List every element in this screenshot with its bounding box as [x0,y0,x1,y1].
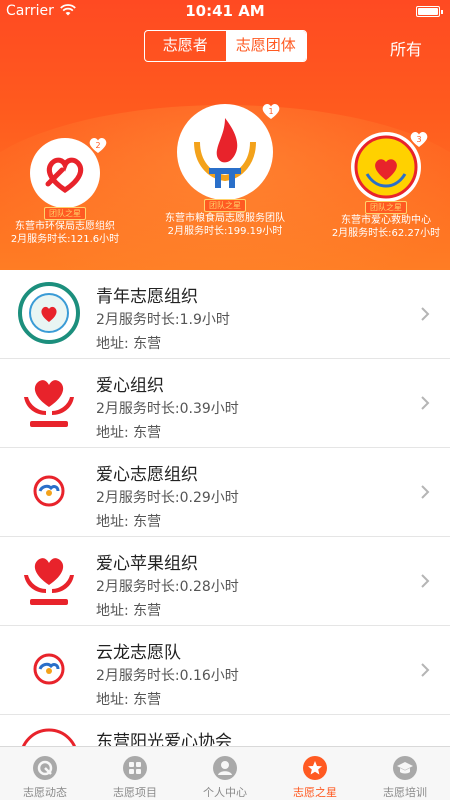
news-icon [33,756,57,780]
org-address: 地址: 东营 [96,336,162,352]
segment-volunteer-group[interactable]: 志愿团体 [225,31,306,61]
type-segmented-control: 志愿者 志愿团体 [144,30,307,62]
tab-stars[interactable]: 志愿之星 [270,747,360,800]
segment-volunteer[interactable]: 志愿者 [145,31,226,61]
tab-bar: 志愿动态 志愿项目 个人中心 志愿之星 志愿培训 [0,746,450,800]
org-name: 青年志愿组织 [96,287,198,307]
rank-heart-icon: 2 [89,138,107,153]
tab-label: 志愿培训 [383,786,427,799]
status-bar: Carrier 10:41 AM [0,0,450,22]
chevron-right-icon [421,663,430,677]
tab-projects[interactable]: 志愿项目 [90,747,180,800]
org-service-hours: 2月服务时长:0.16小时 [96,668,239,684]
tab-label: 志愿之星 [293,786,337,799]
tab-profile[interactable]: 个人中心 [180,747,270,800]
list-item[interactable]: 青年志愿组织 2月服务时长:1.9小时 地址: 东营 [0,270,450,359]
person-icon [213,756,237,780]
svg-text:3: 3 [416,135,421,144]
filter-all-button[interactable]: 所有 [390,36,422,60]
chevron-right-icon [421,307,430,321]
org-address: 地址: 东营 [96,425,162,441]
star-badge: 团队之星 [365,201,407,214]
org-address: 地址: 东营 [96,603,162,619]
clock: 10:41 AM [185,2,265,20]
org-name: 爱心苹果组织 [96,554,198,574]
org-service-hours: 2月服务时长:0.39小时 [96,401,239,417]
svg-text:2: 2 [95,141,100,150]
star-card-2[interactable]: 2 团队之星 东营市环保局志愿组织 2月服务时长:121.6小时 [4,138,126,246]
tab-news[interactable]: 志愿动态 [0,747,90,800]
youth-volunteer-logo [18,282,80,344]
org-address: 地址: 东营 [96,692,162,708]
star-badge: 团队之星 [44,207,86,220]
list-item[interactable]: 爱心苹果组织 2月服务时长:0.28小时 地址: 东营 [0,537,450,626]
rank-heart-icon: 1 [262,104,280,119]
heart-hands-logo [24,380,74,427]
grid-icon [123,756,147,780]
chevron-right-icon [421,574,430,588]
heart-hands-logo [24,558,74,605]
tab-training[interactable]: 志愿培训 [360,747,450,800]
org-list: 青年志愿组织 2月服务时长:1.9小时 地址: 东营 爱心组织 2月服务时长:0… [0,270,450,800]
grain-bureau-logo [194,118,256,188]
star-org-name: 东营市粮食局志愿服务团队 [165,213,285,224]
volunteer-badge-logo [33,475,65,507]
org-service-hours: 2月服务时长:1.9小时 [96,312,230,328]
chevron-right-icon [421,396,430,410]
org-address: 地址: 东营 [96,514,162,530]
star-org-name: 东营市环保局志愿组织 [15,221,115,232]
list-item[interactable]: 云龙志愿队 2月服务时长:0.16小时 地址: 东营 [0,626,450,715]
star-card-1[interactable]: 1 团队之星 东营市粮食局志愿服务团队 2月服务时长:199.19小时 [155,104,295,238]
org-name: 云龙志愿队 [96,643,181,663]
org-service-hours: 2月服务时长:0.28小时 [96,579,239,595]
star-icon [303,756,327,780]
rank-heart-icon: 3 [410,132,428,147]
star-card-3[interactable]: 3 团队之星 东营市爱心救助中心 2月服务时长:62.27小时 [330,132,442,240]
star-badge: 团队之星 [204,199,246,212]
list-item[interactable]: 爱心志愿组织 2月服务时长:0.29小时 地址: 东营 [0,448,450,537]
star-service-hours: 2月服务时长:199.19小时 [167,226,283,237]
star-org-name: 东营市爱心救助中心 [341,215,431,226]
tab-label: 个人中心 [203,786,247,799]
tab-label: 志愿项目 [113,786,157,799]
battery-icon [416,6,443,17]
tab-label: 志愿动态 [23,786,67,799]
org-avatar: 3 [351,132,428,202]
org-name: 爱心组织 [96,376,164,396]
star-header: Carrier 10:41 AM 志愿者 志愿团体 所有 2 团队之星 东营市环… [0,0,450,270]
volunteer-badge-logo [33,653,65,685]
star-service-hours: 2月服务时长:62.27小时 [331,228,441,239]
org-avatar: 1 [177,104,280,200]
org-service-hours: 2月服务时长:0.29小时 [96,490,239,506]
graduation-cap-icon [393,756,417,780]
star-service-hours: 2月服务时长:121.6小时 [10,234,120,245]
org-name: 爱心志愿组织 [96,465,198,485]
svg-text:1: 1 [268,107,273,116]
chevron-right-icon [421,485,430,499]
org-avatar: 2 [30,138,107,208]
list-item[interactable]: 爱心组织 2月服务时长:0.39小时 地址: 东营 [0,359,450,448]
